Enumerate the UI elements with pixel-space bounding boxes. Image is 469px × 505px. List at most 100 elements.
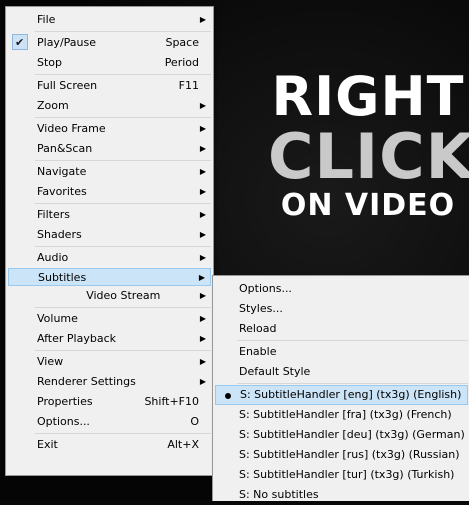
overlay-line-2: CLICK — [268, 120, 469, 193]
menu-item-label: View — [37, 355, 64, 368]
subtitles-item-enable[interactable]: Enable — [215, 342, 468, 362]
context-menu: File ▶ Play/Pause Space Stop Period Full Scree… — [5, 6, 214, 476]
menu-item-stop[interactable]: Stop Period — [8, 53, 211, 73]
submenu-arrow-icon: ▶ — [199, 187, 206, 196]
menu-separator — [35, 203, 211, 204]
menu-item-shortcut: Shift+F10 — [144, 395, 199, 408]
submenu-arrow-icon: ▶ — [199, 357, 206, 366]
menu-item-play-pause[interactable]: Play/Pause Space — [8, 33, 211, 53]
menu-separator — [35, 117, 211, 118]
menu-separator — [35, 74, 211, 75]
menu-item-audio[interactable]: Audio ▶ — [8, 248, 211, 268]
menu-separator — [35, 433, 211, 434]
menu-separator — [35, 31, 211, 32]
menu-item-label: Video Stream — [86, 289, 161, 302]
subtitles-item-s-subtitlehandler-deu-tx3g-german[interactable]: S: SubtitleHandler [deu] (tx3g) (German) — [215, 425, 468, 445]
subtitles-submenu: Options... Styles... Reload Enable Default S… — [212, 275, 469, 501]
menu-item-video-frame[interactable]: Video Frame ▶ — [8, 119, 211, 139]
menu-item-exit[interactable]: Exit Alt+X — [8, 435, 211, 455]
subtitles-item-options[interactable]: Options... — [215, 279, 468, 299]
menu-item-options[interactable]: Options... O — [8, 412, 211, 432]
menu-item-label: S: SubtitleHandler [fra] (tx3g) (French) — [239, 408, 452, 421]
submenu-arrow-icon: ▶ — [199, 101, 206, 110]
menu-item-label: Stop — [37, 56, 63, 69]
menu-item-label: S: SubtitleHandler [eng] (tx3g) (English… — [240, 388, 462, 401]
subtitles-item-s-subtitlehandler-tur-tx3g-turkish[interactable]: S: SubtitleHandler [tur] (tx3g) (Turkish… — [215, 465, 468, 485]
menu-item-label: S: SubtitleHandler [deu] (tx3g) (German) — [239, 428, 465, 441]
subtitles-item-reload[interactable]: Reload — [215, 319, 468, 339]
menu-item-label: Exit — [37, 438, 58, 451]
menu-item-view[interactable]: View ▶ — [8, 352, 211, 372]
submenu-arrow-icon: ▶ — [199, 144, 206, 153]
menu-item-full-screen[interactable]: Full Screen F11 — [8, 76, 211, 96]
submenu-arrow-icon: ▶ — [199, 210, 206, 219]
menu-item-label: Options... — [239, 282, 292, 295]
menu-item-label: S: SubtitleHandler [rus] (tx3g) (Russian… — [239, 448, 460, 461]
menu-item-navigate[interactable]: Navigate ▶ — [8, 162, 211, 182]
subtitles-item-s-subtitlehandler-fra-tx3g-french[interactable]: S: SubtitleHandler [fra] (tx3g) (French) — [215, 405, 468, 425]
submenu-arrow-icon: ▶ — [199, 15, 206, 24]
menu-item-label: Play/Pause — [37, 36, 96, 49]
submenu-arrow-icon: ▶ — [199, 253, 206, 262]
menu-item-pan-scan[interactable]: Pan&Scan ▶ — [8, 139, 211, 159]
menu-item-after-playback[interactable]: After Playback ▶ — [8, 329, 211, 349]
menu-item-favorites[interactable]: Favorites ▶ — [8, 182, 211, 202]
submenu-arrow-icon: ▶ — [199, 291, 206, 300]
menu-item-label: Full Screen — [37, 79, 98, 92]
menu-separator — [237, 383, 468, 384]
submenu-arrow-icon: ▶ — [199, 167, 206, 176]
menu-item-label: Filters — [37, 208, 70, 221]
submenu-arrow-icon: ▶ — [199, 314, 206, 323]
menu-item-video-stream[interactable]: Video Stream ▶ — [8, 286, 211, 306]
submenu-arrow-icon: ▶ — [199, 124, 206, 133]
menu-item-label: After Playback — [37, 332, 116, 345]
menu-item-label: Options... — [37, 415, 90, 428]
menu-item-volume[interactable]: Volume ▶ — [8, 309, 211, 329]
menu-item-label: Styles... — [239, 302, 283, 315]
subtitles-item-s-subtitlehandler-eng-tx3g-english[interactable]: S: SubtitleHandler [eng] (tx3g) (English… — [215, 385, 468, 405]
menu-item-label: Properties — [37, 395, 93, 408]
menu-item-shortcut: Alt+X — [167, 438, 199, 451]
subtitles-item-s-no-subtitles[interactable]: S: No subtitles — [215, 485, 468, 505]
menu-item-shaders[interactable]: Shaders ▶ — [8, 225, 211, 245]
menu-item-label: S: SubtitleHandler [tur] (tx3g) (Turkish… — [239, 468, 455, 481]
menu-item-label: Renderer Settings — [37, 375, 136, 388]
menu-item-label: Reload — [239, 322, 277, 335]
menu-item-shortcut: Space — [165, 36, 199, 49]
menu-item-label: Favorites — [37, 185, 87, 198]
menu-item-label: File — [37, 13, 56, 26]
menu-separator — [35, 307, 211, 308]
menu-separator — [35, 350, 211, 351]
menu-item-label: S: No subtitles — [239, 488, 319, 501]
subtitles-item-default-style[interactable]: Default Style — [215, 362, 468, 382]
menu-item-filters[interactable]: Filters ▶ — [8, 205, 211, 225]
menu-item-label: Volume — [37, 312, 78, 325]
menu-item-file[interactable]: File ▶ — [8, 10, 211, 30]
menu-item-renderer-settings[interactable]: Renderer Settings ▶ — [8, 372, 211, 392]
menu-item-shortcut: Period — [164, 56, 199, 69]
bullet-icon — [225, 393, 231, 399]
menu-separator — [237, 340, 468, 341]
menu-item-label: Navigate — [37, 165, 87, 178]
menu-separator — [35, 246, 211, 247]
overlay-line-3: ON VIDEO — [280, 188, 456, 223]
menu-item-label: Shaders — [37, 228, 82, 241]
menu-item-shortcut: F11 — [178, 79, 199, 92]
subtitles-item-styles[interactable]: Styles... — [215, 299, 468, 319]
menu-item-properties[interactable]: Properties Shift+F10 — [8, 392, 211, 412]
checkmark-icon — [12, 33, 28, 53]
menu-item-label: Audio — [37, 251, 69, 264]
subtitles-item-s-subtitlehandler-rus-tx3g-russian[interactable]: S: SubtitleHandler [rus] (tx3g) (Russian… — [215, 445, 468, 465]
menu-item-subtitles[interactable]: Subtitles ▶ — [8, 268, 211, 286]
menu-item-shortcut: O — [190, 415, 199, 428]
submenu-arrow-icon: ▶ — [199, 230, 206, 239]
menu-item-zoom[interactable]: Zoom ▶ — [8, 96, 211, 116]
menu-item-label: Video Frame — [37, 122, 106, 135]
overlay-line-1: RIGHT — [271, 65, 465, 128]
submenu-arrow-icon: ▶ — [198, 273, 205, 282]
menu-separator — [35, 160, 211, 161]
menu-item-label: Zoom — [37, 99, 69, 112]
menu-item-label: Pan&Scan — [37, 142, 93, 155]
menu-item-label: Default Style — [239, 365, 311, 378]
submenu-arrow-icon: ▶ — [199, 377, 206, 386]
